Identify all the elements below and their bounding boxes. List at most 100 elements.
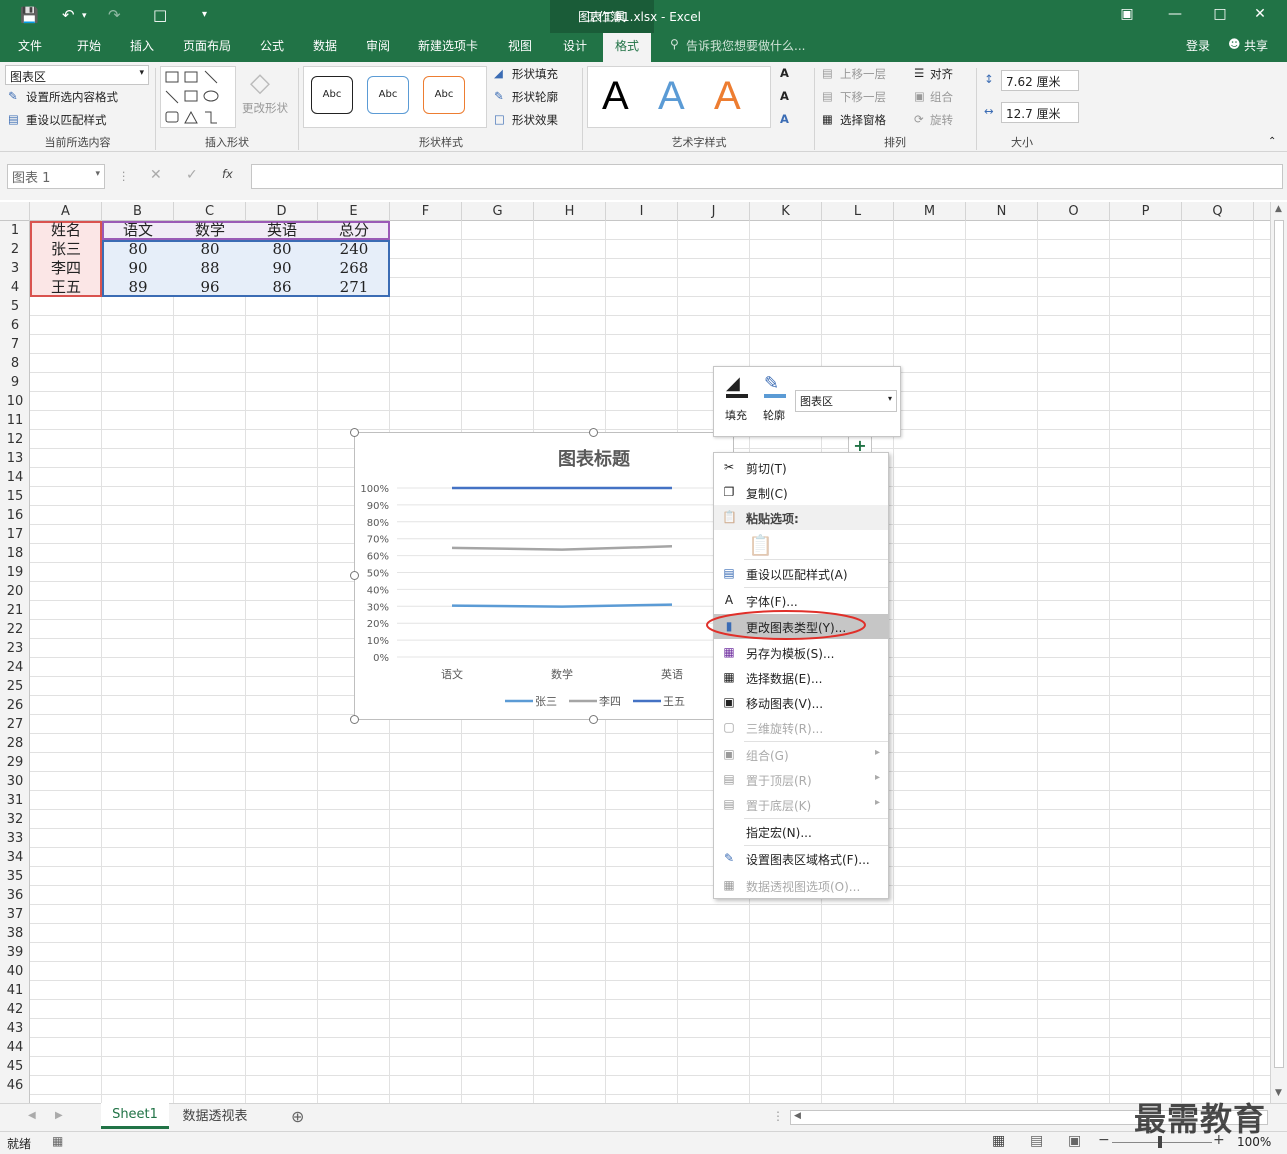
table-cell[interactable]: 80 <box>102 240 174 259</box>
tab-view[interactable]: 视图 <box>508 37 532 54</box>
column-header-p[interactable]: P <box>1110 202 1182 221</box>
scroll-left-icon[interactable]: ◀ <box>794 1111 801 1121</box>
shape-fill-button[interactable]: 形状填充 <box>512 66 558 82</box>
table-cell[interactable]: 240 <box>318 240 390 259</box>
enter-icon[interactable]: ✓ <box>186 167 198 183</box>
row-header[interactable]: 33 <box>0 829 30 848</box>
column-header-o[interactable]: O <box>1038 202 1110 221</box>
line-chart[interactable]: 图表标题 100% 90% 80% 70% 60% 50% 40% 30% 20% 10% 0% 语文… <box>354 432 734 720</box>
column-header-e[interactable]: E <box>318 202 390 221</box>
row-header[interactable]: 9 <box>0 373 30 392</box>
text-effects-icon[interactable]: A <box>780 112 789 126</box>
tab-page-layout[interactable]: 页面布局 <box>183 37 231 54</box>
row-header[interactable]: 41 <box>0 981 30 1000</box>
table-cell[interactable]: 89 <box>102 278 174 297</box>
resize-handle-sw[interactable] <box>350 715 359 724</box>
row-header[interactable]: 39 <box>0 943 30 962</box>
table-cell[interactable]: 张三 <box>30 240 102 259</box>
tell-me-input[interactable]: 告诉我您想要做什么... <box>686 37 805 54</box>
row-header[interactable]: 46 <box>0 1076 30 1095</box>
column-header-c[interactable]: C <box>174 202 246 221</box>
cancel-icon[interactable]: ✕ <box>150 167 162 183</box>
column-header-k[interactable]: K <box>750 202 822 221</box>
width-spinner[interactable]: 12.7 厘米 <box>1001 102 1079 123</box>
menu-item-3d-rotation[interactable]: ▢ 三维旋转(R)... <box>714 715 888 740</box>
row-header[interactable]: 29 <box>0 753 30 772</box>
tab-design[interactable]: 设计 <box>563 37 587 54</box>
shape-style-dark[interactable]: Abc <box>311 76 353 114</box>
menu-item-group[interactable]: ▣ 组合(G) ▸ <box>714 742 888 767</box>
row-header[interactable]: 3 <box>0 259 30 278</box>
legend-entry[interactable]: 李四 <box>599 694 621 708</box>
align-button[interactable]: 对齐 <box>930 66 953 82</box>
zoom-out-icon[interactable]: − <box>1098 1132 1110 1148</box>
wordart-orange[interactable]: A <box>714 74 741 119</box>
resize-handle-s[interactable] <box>589 715 598 724</box>
wordart-blue[interactable]: A <box>658 74 685 119</box>
prev-sheet-icon[interactable]: ◀ <box>28 1110 36 1121</box>
row-header[interactable]: 20 <box>0 582 30 601</box>
shapes-gallery[interactable] <box>160 66 236 128</box>
column-header-g[interactable]: G <box>462 202 534 221</box>
table-header[interactable]: 姓名 <box>30 221 102 240</box>
tab-file[interactable]: 文件 <box>18 37 42 54</box>
close-icon[interactable]: ✕ <box>1245 6 1275 22</box>
ribbon-display-icon[interactable]: ▣ <box>1112 6 1142 22</box>
bring-forward-button[interactable]: 上移一层 <box>840 66 886 82</box>
table-cell[interactable]: 80 <box>246 240 318 259</box>
row-header[interactable]: 45 <box>0 1057 30 1076</box>
row-header[interactable]: 8 <box>0 354 30 373</box>
tab-new[interactable]: 新建选项卡 <box>418 37 478 54</box>
menu-item-save-template[interactable]: ▦ 另存为模板(S)... <box>714 640 888 665</box>
column-header-m[interactable]: M <box>894 202 966 221</box>
sheet-tab-pivot[interactable]: 数据透视表 <box>172 1107 258 1129</box>
text-outline-icon[interactable]: A <box>780 89 789 103</box>
menu-item-copy[interactable]: ❐ 复制(C) <box>714 480 888 505</box>
row-header[interactable]: 14 <box>0 468 30 487</box>
column-header-f[interactable]: F <box>390 202 462 221</box>
shape-style-blue[interactable]: Abc <box>367 76 409 114</box>
row-header[interactable]: 32 <box>0 810 30 829</box>
series-line-2[interactable] <box>451 545 673 551</box>
row-header[interactable]: 12 <box>0 430 30 449</box>
column-header-a[interactable]: A <box>30 202 102 221</box>
table-header[interactable]: 总分 <box>318 221 390 240</box>
zoom-slider-track[interactable] <box>1112 1142 1212 1143</box>
resize-handle-w[interactable] <box>350 571 359 580</box>
tab-review[interactable]: 审阅 <box>366 37 390 54</box>
row-header[interactable]: 26 <box>0 696 30 715</box>
legend-entry[interactable]: 王五 <box>663 695 685 708</box>
mini-fill-label[interactable]: 填充 <box>725 407 747 423</box>
row-header[interactable]: 18 <box>0 544 30 563</box>
row-header[interactable]: 16 <box>0 506 30 525</box>
row-header[interactable]: 43 <box>0 1019 30 1038</box>
select-all-button[interactable] <box>0 202 30 221</box>
minimize-icon[interactable]: — <box>1160 6 1190 22</box>
table-cell[interactable]: 90 <box>102 259 174 278</box>
group-button[interactable]: 组合 <box>930 89 953 105</box>
row-header[interactable]: 7 <box>0 335 30 354</box>
row-header[interactable]: 36 <box>0 886 30 905</box>
table-header[interactable]: 语文 <box>102 221 174 240</box>
table-cell[interactable]: 88 <box>174 259 246 278</box>
tab-home[interactable]: 开始 <box>77 37 101 54</box>
sheet-tab-sheet1[interactable]: Sheet1 <box>101 1103 169 1129</box>
login-link[interactable]: 登录 <box>1186 37 1210 54</box>
table-cell[interactable]: 268 <box>318 259 390 278</box>
row-header[interactable]: 23 <box>0 639 30 658</box>
row-header[interactable]: 11 <box>0 411 30 430</box>
table-header[interactable]: 英语 <box>246 221 318 240</box>
row-header[interactable]: 40 <box>0 962 30 981</box>
page-break-view-icon[interactable]: ▣ <box>1068 1133 1081 1149</box>
add-sheet-icon[interactable]: ⊕ <box>291 1107 304 1126</box>
column-header-j[interactable]: J <box>678 202 750 221</box>
macro-record-icon[interactable]: ▦ <box>52 1134 63 1148</box>
tab-split-handle-icon[interactable]: ⋮ <box>772 1109 784 1123</box>
text-fill-icon[interactable]: A <box>780 66 789 80</box>
menu-item-assign-macro[interactable]: 指定宏(N)... <box>714 819 888 844</box>
send-backward-button[interactable]: 下移一层 <box>840 89 886 105</box>
tab-format[interactable]: 格式 <box>603 33 652 62</box>
row-header[interactable]: 34 <box>0 848 30 867</box>
column-header-d[interactable]: D <box>246 202 318 221</box>
row-header[interactable]: 22 <box>0 620 30 639</box>
